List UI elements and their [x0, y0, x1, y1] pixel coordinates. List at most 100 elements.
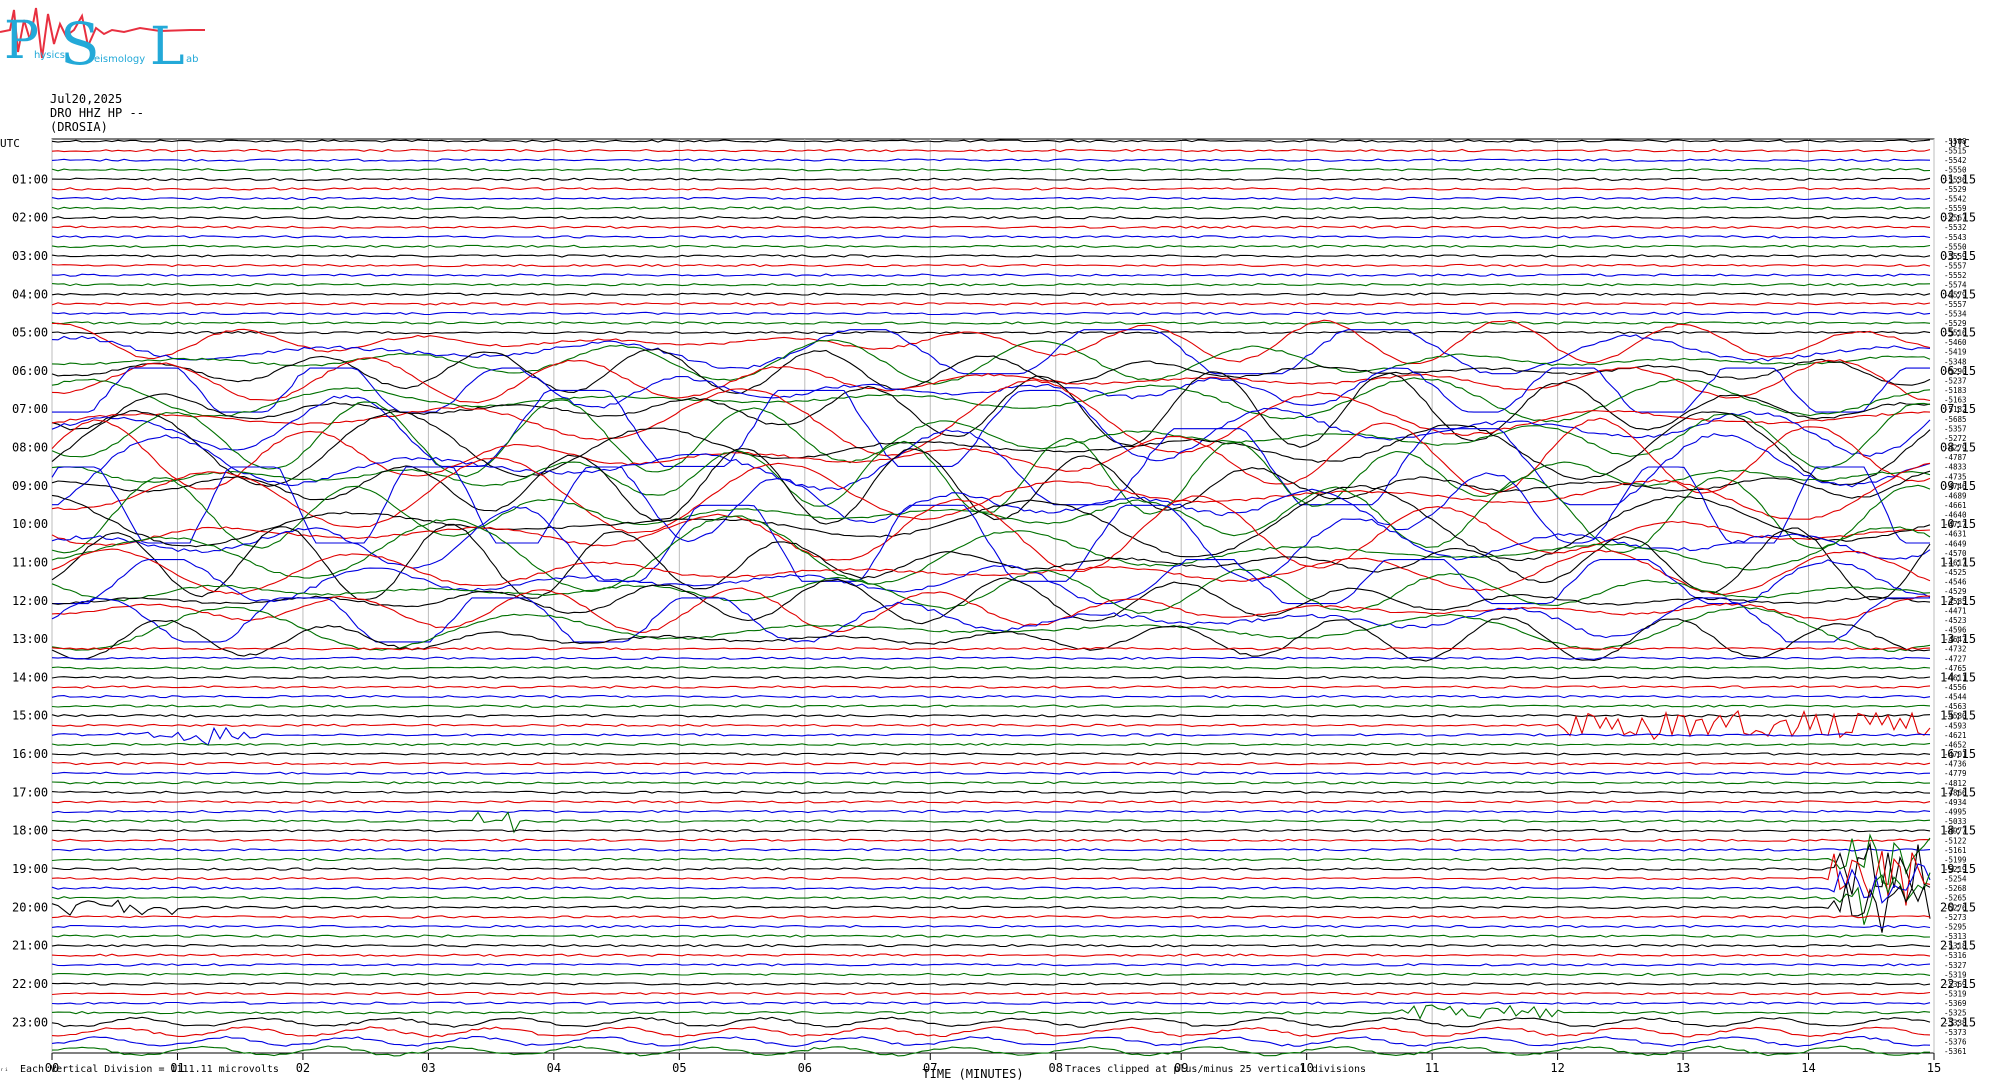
left-hour-label: 20:00 — [12, 900, 48, 914]
seismic-traces — [51, 139, 1931, 1057]
trace-line — [51, 838, 1931, 842]
trace-offset-label: -4544 — [1944, 693, 1967, 702]
trace-offset-label: -5508 — [1944, 137, 1967, 146]
trace-line — [51, 924, 1931, 929]
left-hour-label: 10:00 — [12, 517, 48, 531]
right-hour-label: 15:15 — [1940, 709, 1976, 723]
trace-line — [51, 809, 1931, 814]
right-hour-label: 11:15 — [1940, 555, 1976, 569]
trace-offset-label: -4779 — [1944, 769, 1967, 778]
trace-line — [51, 1004, 1931, 1020]
trace-line — [51, 292, 1931, 296]
trace-line — [51, 771, 1931, 775]
trace-offset-label: -5183 — [1944, 386, 1967, 395]
trace-offset-label: -5268 — [1944, 884, 1967, 893]
axis-labels: 00 01 02 03 04 05 06 07 08 09 10 11 12 13 14 15TIME (MI… — [0, 137, 1976, 1080]
left-hour-label: 04:00 — [12, 287, 48, 301]
right-hour-label: 10:15 — [1940, 517, 1976, 531]
trace-line — [51, 982, 1931, 986]
x-tick-label: 14 — [1801, 1061, 1815, 1075]
right-hour-label: 23:15 — [1940, 1015, 1976, 1029]
trace-offset-label: -4523 — [1944, 616, 1967, 625]
trace-line — [51, 168, 1931, 172]
trace-offset-label: -5295 — [1944, 922, 1967, 931]
trace-line — [51, 225, 1931, 229]
left-hour-label: 14:00 — [12, 670, 48, 684]
trace-line — [51, 704, 1931, 708]
right-hour-label: 08:15 — [1940, 441, 1976, 455]
trace-line — [51, 273, 1931, 277]
left-hour-label: 02:00 — [12, 211, 48, 225]
trace-line — [51, 991, 1931, 996]
x-tick-label: 05 — [672, 1061, 686, 1075]
trace-offset-label: -4649 — [1944, 539, 1967, 548]
trace-line — [51, 963, 1931, 967]
trace-line — [51, 761, 1931, 766]
trace-line — [51, 953, 1931, 957]
trace-line — [51, 915, 1931, 919]
left-hour-label: 18:00 — [12, 824, 48, 838]
left-hour-label: 23:00 — [12, 1015, 48, 1029]
trace-line — [51, 800, 1931, 804]
trace-offset-label: -4727 — [1944, 654, 1967, 663]
x-tick-label: 15 — [1927, 1061, 1941, 1075]
trace-line — [51, 477, 1931, 554]
trace-line — [51, 389, 1931, 467]
right-hour-label: 22:15 — [1940, 977, 1976, 991]
trace-offset-label: -5419 — [1944, 348, 1967, 357]
x-tick-label: 06 — [798, 1061, 812, 1075]
x-tick-label: 04 — [547, 1061, 561, 1075]
right-hour-label: 12:15 — [1940, 594, 1976, 608]
trace-offset-label: -5161 — [1944, 846, 1967, 855]
left-hour-label: 17:00 — [12, 785, 48, 799]
trace-offset-label: -5357 — [1944, 424, 1967, 433]
trace-offset-label: -4546 — [1944, 578, 1967, 587]
left-hour-label: 05:00 — [12, 326, 48, 340]
right-hour-label: 07:15 — [1940, 402, 1976, 416]
x-tick-label: 11 — [1425, 1061, 1439, 1075]
right-hour-label: 17:15 — [1940, 785, 1976, 799]
trace-line — [51, 1001, 1931, 1005]
trace-line — [51, 302, 1931, 306]
right-hour-label: 19:15 — [1940, 862, 1976, 876]
right-hour-label: 01:15 — [1940, 172, 1976, 186]
trace-offset-label: -4995 — [1944, 808, 1967, 817]
trace-line — [51, 616, 1931, 662]
right-hour-label: 13:15 — [1940, 632, 1976, 646]
trace-offset-label: -5543 — [1944, 233, 1967, 242]
trace-line — [51, 1016, 1931, 1028]
right-hour-label: 02:15 — [1940, 211, 1976, 225]
trace-line — [51, 244, 1931, 249]
trace-line — [51, 235, 1931, 239]
time-gridlines — [51, 138, 1935, 1060]
trace-line — [51, 148, 1931, 153]
left-hour-label: 11:00 — [12, 555, 48, 569]
trace-line — [51, 311, 1931, 316]
left-hour-label: 21:00 — [12, 939, 48, 953]
left-hour-label: 07:00 — [12, 402, 48, 416]
trace-line — [51, 841, 1931, 895]
trace-line — [51, 666, 1931, 670]
trace-line — [51, 177, 1931, 181]
trace-offset-label: -5552 — [1944, 271, 1967, 280]
trace-line — [51, 714, 1931, 718]
trace-line — [51, 215, 1931, 220]
trace-offset-label: -5376 — [1944, 1037, 1967, 1046]
left-hour-label: 12:00 — [12, 594, 48, 608]
left-hour-label: 19:00 — [12, 862, 48, 876]
left-hour-label: 03:00 — [12, 249, 48, 263]
trace-offset-label: -4833 — [1944, 463, 1967, 472]
left-hour-label: 09:00 — [12, 479, 48, 493]
trace-offset-label: -5327 — [1944, 961, 1967, 970]
trace-line — [51, 675, 1931, 680]
trace-line — [51, 577, 1931, 625]
helicorder-chart: 00 01 02 03 04 05 06 07 08 09 10 11 12 13 14 15TIME (MI… — [0, 137, 1976, 1080]
x-tick-label: 03 — [421, 1061, 435, 1075]
trace-line — [51, 685, 1931, 689]
right-hour-label: 06:15 — [1940, 364, 1976, 378]
trace-offset-label: -5542 — [1944, 194, 1967, 203]
right-hour-label: 09:15 — [1940, 479, 1976, 493]
right-hour-label: 03:15 — [1940, 249, 1976, 263]
trace-line — [51, 139, 1931, 143]
x-tick-label: 08 — [1049, 1061, 1063, 1075]
